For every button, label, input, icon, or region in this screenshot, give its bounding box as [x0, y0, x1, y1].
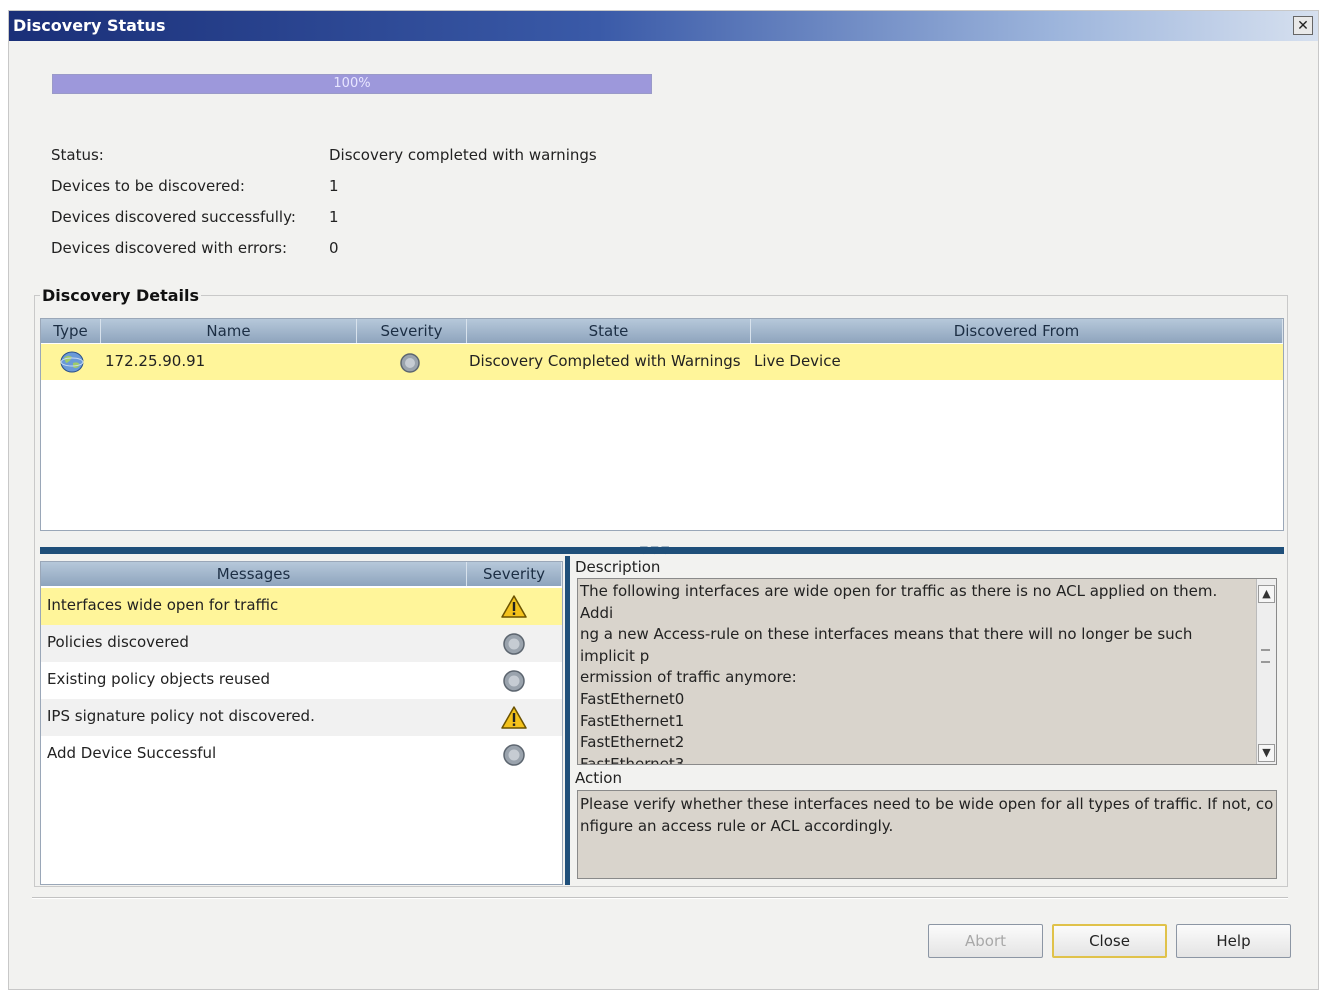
message-row[interactable]: IPS signature policy not discovered.	[41, 699, 562, 736]
help-button[interactable]: Help	[1176, 924, 1291, 958]
description-scrollbar[interactable]: ▲ ▼	[1256, 579, 1276, 764]
devices-errors-value: 0	[329, 239, 339, 257]
window-title: Discovery Status	[13, 16, 166, 35]
device-state: Discovery Completed with Warnings	[469, 352, 741, 370]
message-row[interactable]: Interfaces wide open for traffic	[41, 588, 562, 625]
column-header-messages[interactable]: Messages	[41, 562, 467, 586]
vertical-splitter[interactable]	[565, 556, 570, 885]
description-label: Description	[575, 558, 661, 576]
message-text: IPS signature policy not discovered.	[47, 707, 315, 725]
info-circle-icon	[503, 744, 525, 766]
device-discovered-from: Live Device	[754, 352, 841, 370]
description-text: The following interfaces are wide open f…	[580, 582, 1218, 765]
devices-success-value: 1	[329, 208, 339, 226]
message-row[interactable]: Add Device Successful	[41, 736, 562, 773]
column-header-severity[interactable]: Severity	[357, 319, 467, 343]
scroll-thumb[interactable]	[1261, 649, 1270, 663]
message-text: Policies discovered	[47, 633, 189, 651]
progress-bar: 100%	[52, 74, 652, 94]
info-circle-icon	[503, 670, 525, 692]
abort-button[interactable]: Abort	[928, 924, 1043, 958]
message-row[interactable]: Existing policy objects reused	[41, 662, 562, 699]
column-header-message-severity[interactable]: Severity	[467, 562, 562, 586]
warning-icon	[501, 595, 527, 618]
action-text: Please verify whether these interfaces n…	[580, 795, 1274, 835]
scroll-down-button[interactable]: ▼	[1258, 744, 1275, 762]
message-row[interactable]: Policies discovered	[41, 625, 562, 662]
close-icon: ✕	[1297, 17, 1309, 34]
message-text: Interfaces wide open for traffic	[47, 596, 279, 614]
message-text: Add Device Successful	[47, 744, 217, 762]
description-textarea[interactable]: The following interfaces are wide open f…	[577, 578, 1277, 765]
messages-table: Messages Severity Interfaces wide open f…	[40, 561, 563, 885]
message-text: Existing policy objects reused	[47, 670, 271, 688]
column-header-discovered-from[interactable]: Discovered From	[751, 319, 1283, 343]
status-label: Status:	[51, 146, 104, 164]
warning-icon	[501, 706, 527, 729]
devices-to-discover-label: Devices to be discovered:	[51, 177, 245, 195]
column-header-state[interactable]: State	[467, 319, 751, 343]
close-window-button[interactable]: ✕	[1293, 16, 1313, 35]
info-circle-icon	[503, 633, 525, 655]
discovery-details-title: Discovery Details	[40, 286, 202, 305]
column-header-name[interactable]: Name	[101, 319, 357, 343]
devices-to-discover-value: 1	[329, 177, 339, 195]
splitter-grip-icon[interactable]: ▼▼▼	[640, 545, 672, 556]
footer-divider	[32, 897, 1288, 899]
column-header-type[interactable]: Type	[41, 319, 101, 343]
action-label: Action	[575, 769, 622, 787]
devices-errors-label: Devices discovered with errors:	[51, 239, 288, 257]
progress-percent: 100%	[333, 76, 371, 91]
info-circle-icon	[400, 353, 420, 373]
status-value: Discovery completed with warnings	[329, 146, 597, 164]
chevron-down-icon: ▼	[1262, 746, 1271, 759]
discovery-details-table: Type Name Severity State Discovered From…	[40, 318, 1284, 531]
action-textarea[interactable]: Please verify whether these interfaces n…	[577, 790, 1277, 879]
globe-icon	[60, 351, 84, 373]
devices-success-label: Devices discovered successfully:	[51, 208, 296, 226]
close-button[interactable]: Close	[1052, 924, 1167, 958]
scroll-up-button[interactable]: ▲	[1258, 585, 1275, 603]
table-row[interactable]: 172.25.90.91 Discovery Completed with Wa…	[41, 344, 1283, 380]
chevron-up-icon: ▲	[1262, 587, 1271, 600]
title-bar[interactable]: Discovery Status ✕	[9, 11, 1318, 41]
device-name: 172.25.90.91	[105, 352, 206, 370]
